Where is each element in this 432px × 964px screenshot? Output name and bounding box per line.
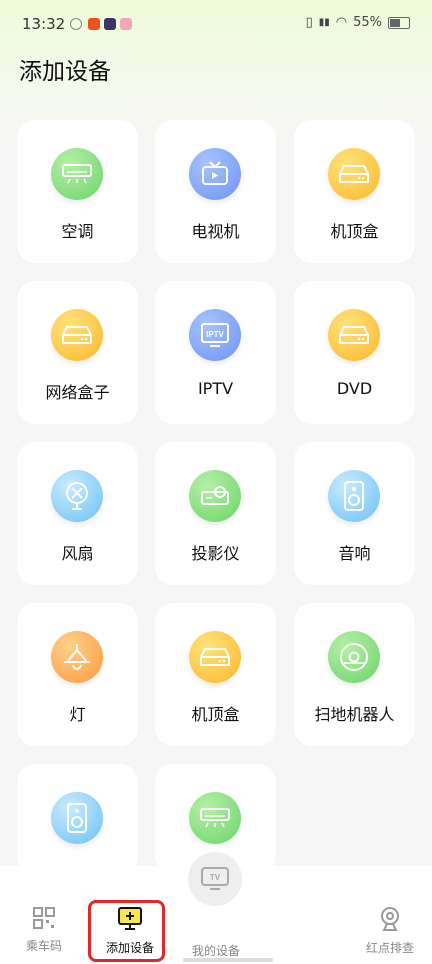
dvd-icon [328,309,380,361]
home-indicator [183,958,273,962]
nav-item-my-devices[interactable]: 我的设备 [188,938,244,959]
speaker-icon [328,470,380,522]
air-purifier-icon [51,792,103,844]
device-label: DVD [336,379,373,398]
nav-item-red-dot-check[interactable]: 红点排查 [366,906,414,956]
device-card-lamp[interactable]: 灯 [17,603,138,746]
video-app-icon [104,18,116,30]
nav-label: 乘车码 [25,939,62,953]
qr-code-icon [33,907,55,929]
device-card-tv[interactable]: 电视机 [155,120,276,263]
robot-vacuum-icon [328,631,380,683]
status-right: ▯ ▮▮ ◠ 55% [306,15,410,30]
selection-highlight [88,900,165,962]
device-card-robot-vacuum[interactable]: 扫地机器人 [294,603,415,746]
battery-icon [388,16,410,29]
iptv-icon: IPTV [189,309,241,361]
page-title: 添加设备 [19,59,111,85]
device-card-air-conditioner[interactable]: 空调 [17,120,138,263]
nav-item-ride-code[interactable]: 乘车码 [24,906,64,954]
status-bar: 13:32 ▯ ▮▮ ◠ 55% [0,0,432,50]
svg-text:IPTV: IPTV [206,330,224,339]
app-notification-icon [88,18,100,30]
my-devices-fab[interactable]: TV [188,852,242,906]
device-label: 空调 [61,222,94,241]
device-card-iptv[interactable]: IPTV IPTV [155,281,276,424]
device-label: 音响 [338,544,371,563]
lamp-icon [51,631,103,683]
device-card-projector[interactable]: 投影仪 [155,442,276,585]
network-box-icon [51,309,103,361]
device-label: 机顶盒 [330,222,379,241]
device-label: 电视机 [191,222,240,241]
signal-icon: ▮▮ [318,17,330,28]
device-card-air-purifier[interactable]: 空气净化器 [17,764,138,874]
device-label: 扫地机器人 [314,705,395,724]
camera-icon [381,907,399,931]
projector-icon [189,470,241,522]
device-card-set-top-box[interactable]: 机顶盒 [294,120,415,263]
device-label: 灯 [69,705,86,724]
nav-label: 我的设备 [191,944,240,958]
device-card-set-top-box-2[interactable]: 机顶盒 [155,603,276,746]
device-card-speaker[interactable]: 音响 [294,442,415,585]
nav-label: 红点排查 [366,941,415,955]
svg-text:TV: TV [210,873,221,882]
device-label: 网络盒子 [45,383,110,402]
status-time: 13:32 [22,15,66,33]
device-label: 投影仪 [191,544,240,563]
device-label: IPTV [197,379,234,398]
set-top-box-icon [189,631,241,683]
device-label: 风扇 [61,544,94,563]
air-conditioner-icon [51,148,103,200]
fan-icon [51,470,103,522]
set-top-box-icon [328,148,380,200]
notification-icon [70,18,82,30]
vibrate-icon: ▯ [305,15,313,30]
device-card-fan[interactable]: 风扇 [17,442,138,585]
battery-text: 55% [353,15,382,30]
device-card-dvd[interactable]: DVD [294,281,415,424]
device-card-network-box[interactable]: 网络盒子 [17,281,138,424]
message-icon [120,18,132,30]
wifi-icon: ◠ [335,15,348,30]
device-label: 机顶盒 [191,705,240,724]
tv-icon [189,148,241,200]
air-conditioner-icon [189,792,241,844]
bottom-nav: TV 乘车码 添加设备 我的设备 红点排查 [0,844,432,964]
